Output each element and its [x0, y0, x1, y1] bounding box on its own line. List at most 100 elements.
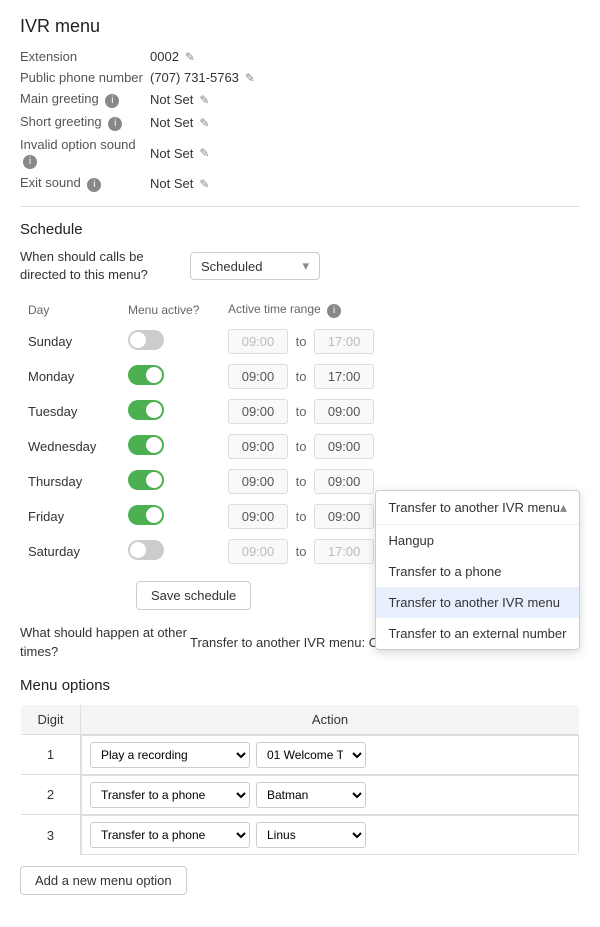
day-time-range: to [220, 394, 580, 429]
schedule-row: Monday to [20, 359, 580, 394]
extension-edit-icon[interactable]: ✎ [185, 50, 195, 64]
menu-options-table: Digit Action 1 Play a recording Transfer… [20, 704, 580, 856]
other-times-label: What should happen at other times? [20, 624, 190, 660]
time-from-input[interactable] [228, 469, 288, 494]
main-greeting-info-icon[interactable]: i [105, 94, 119, 108]
time-from-input[interactable] [228, 504, 288, 529]
time-from-input [228, 329, 288, 354]
invalid-option-label: Invalid option sound i [20, 137, 150, 169]
schedule-dropdown[interactable]: Scheduled ▾ [190, 252, 320, 280]
exit-sound-edit-icon[interactable]: ✎ [199, 177, 209, 191]
exit-sound-info-icon[interactable]: i [87, 178, 101, 192]
time-separator: to [296, 369, 307, 384]
main-greeting-label: Main greeting i [20, 91, 150, 108]
time-to-input[interactable] [314, 504, 374, 529]
divider-1 [20, 206, 580, 207]
day-toggle[interactable] [128, 435, 164, 455]
schedule-dropdown-value: Scheduled [201, 259, 262, 274]
time-separator: to [296, 544, 307, 559]
day-time-range: to [220, 429, 580, 464]
schedule-question-text: When should calls be directed to this me… [20, 248, 190, 284]
day-toggle[interactable] [128, 330, 164, 350]
add-menu-option-button[interactable]: Add a new menu option [20, 866, 187, 895]
menu-options-header: Digit Action [21, 704, 580, 734]
day-name: Wednesday [20, 429, 120, 464]
day-toggle[interactable] [128, 400, 164, 420]
invalid-option-value: Not Set [150, 146, 193, 161]
day-toggle[interactable] [128, 470, 164, 490]
time-to-input[interactable] [314, 434, 374, 459]
main-greeting-edit-icon[interactable]: ✎ [199, 93, 209, 107]
save-schedule-button[interactable]: Save schedule [136, 581, 251, 610]
time-separator: to [296, 439, 307, 454]
day-toggle-cell [120, 464, 220, 499]
dropdown-item[interactable]: Transfer to another IVR menu [376, 587, 579, 618]
menu-option-row: 1 Play a recording Transfer to a phone T… [21, 734, 580, 775]
main-greeting-value: Not Set [150, 92, 193, 107]
col-action: Action [81, 704, 580, 734]
time-from-input[interactable] [228, 399, 288, 424]
schedule-title: Schedule [20, 221, 580, 238]
day-toggle-cell [120, 324, 220, 359]
public-phone-row: Public phone number (707) 731-5763 ✎ [20, 70, 580, 85]
schedule-dropdown-arrow: ▾ [302, 258, 309, 274]
short-greeting-edit-icon[interactable]: ✎ [199, 116, 209, 130]
day-toggle-cell [120, 359, 220, 394]
col-day: Day [20, 298, 120, 324]
menu-digit: 1 [21, 734, 81, 775]
action-select[interactable]: Play a recording Transfer to a phone Tra… [90, 782, 250, 808]
dropdown-header: Transfer to another IVR menu ▴ [376, 491, 579, 525]
action-select[interactable]: Play a recording Transfer to a phone Tra… [90, 742, 250, 768]
public-phone-label: Public phone number [20, 70, 150, 85]
time-to-input[interactable] [314, 469, 374, 494]
schedule-row: Wednesday to [20, 429, 580, 464]
day-time-range: to [220, 324, 580, 359]
dropdown-close-icon[interactable]: ▴ [560, 499, 567, 516]
action-detail-select[interactable]: 01 Welcome To New [256, 742, 366, 768]
main-greeting-row: Main greeting i Not Set ✎ [20, 91, 580, 108]
day-toggle[interactable] [128, 540, 164, 560]
day-toggle-cell [120, 394, 220, 429]
col-time-range: Active time range i [220, 298, 580, 324]
exit-sound-value: Not Set [150, 176, 193, 191]
day-time-range: to [220, 359, 580, 394]
public-phone-edit-icon[interactable]: ✎ [245, 71, 255, 85]
invalid-option-info-icon[interactable]: i [23, 155, 37, 169]
day-toggle[interactable] [128, 365, 164, 385]
day-name: Sunday [20, 324, 120, 359]
dropdown-item[interactable]: Transfer to an external number [376, 618, 579, 649]
extension-label: Extension [20, 49, 150, 64]
time-range-info-icon[interactable]: i [327, 304, 341, 318]
day-name: Thursday [20, 464, 120, 499]
time-to-input[interactable] [314, 399, 374, 424]
menu-action-cell: Play a recording Transfer to a phone Tra… [81, 735, 579, 775]
schedule-question-row: When should calls be directed to this me… [20, 248, 580, 284]
short-greeting-row: Short greeting i Not Set ✎ [20, 114, 580, 131]
day-name: Monday [20, 359, 120, 394]
exit-sound-label: Exit sound i [20, 175, 150, 192]
invalid-option-edit-icon[interactable]: ✎ [199, 146, 209, 160]
time-to-input[interactable] [314, 364, 374, 389]
exit-sound-row: Exit sound i Not Set ✎ [20, 175, 580, 192]
day-toggle-cell [120, 429, 220, 464]
menu-digit: 3 [21, 815, 81, 856]
menu-action-cell: Play a recording Transfer to a phone Tra… [81, 815, 579, 855]
action-dropdown-overlay: Transfer to another IVR menu ▴ HangupTra… [375, 490, 580, 650]
action-detail-select[interactable]: Linus [256, 822, 366, 848]
day-toggle[interactable] [128, 505, 164, 525]
info-section: Extension 0002 ✎ Public phone number (70… [20, 49, 580, 192]
dropdown-item[interactable]: Transfer to a phone [376, 556, 579, 587]
time-to-input [314, 329, 374, 354]
menu-options-title: Menu options [20, 677, 580, 694]
extension-row: Extension 0002 ✎ [20, 49, 580, 64]
short-greeting-label: Short greeting i [20, 114, 150, 131]
dropdown-item[interactable]: Hangup [376, 525, 579, 556]
day-toggle-cell [120, 499, 220, 534]
action-detail-select[interactable]: Batman [256, 782, 366, 808]
short-greeting-info-icon[interactable]: i [108, 117, 122, 131]
time-from-input[interactable] [228, 434, 288, 459]
action-select[interactable]: Play a recording Transfer to a phone Tra… [90, 822, 250, 848]
extension-value: 0002 [150, 49, 179, 64]
time-from-input[interactable] [228, 364, 288, 389]
day-name: Friday [20, 499, 120, 534]
